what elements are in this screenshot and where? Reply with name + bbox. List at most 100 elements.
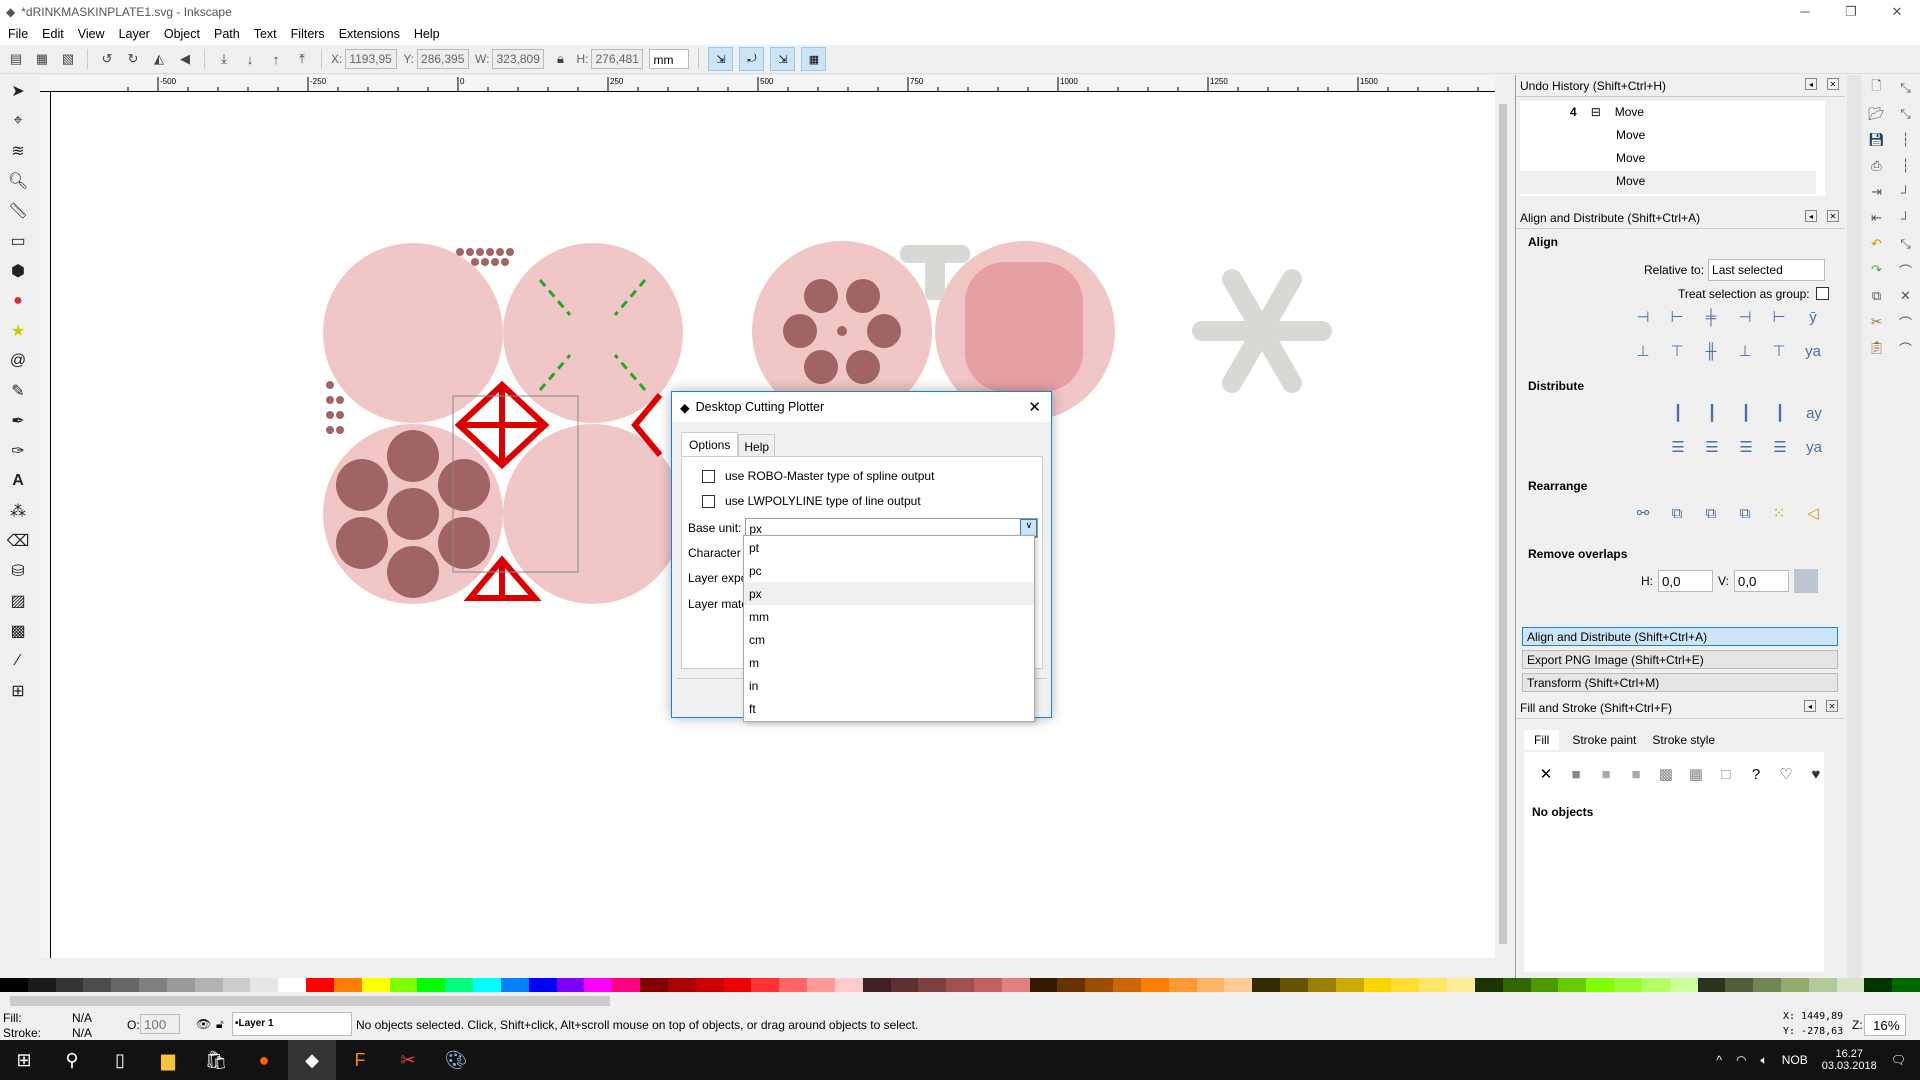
exchange-z-icon[interactable]: ⧉ [1699, 501, 1723, 525]
spray-tool-icon[interactable]: ⁂ [6, 499, 30, 523]
close-icon[interactable]: ✕ [1826, 700, 1838, 712]
select-all-layers-icon[interactable]: ▦ [32, 49, 52, 69]
align-bottom-to-top-icon[interactable]: ⊥ [1631, 339, 1655, 363]
fill-nonzero-icon[interactable]: ♥ [1804, 762, 1828, 786]
color-swatch[interactable] [55, 978, 84, 992]
volume-icon[interactable]: 🔈︎ [1760, 1053, 1767, 1068]
unit-option[interactable]: ft [744, 697, 1034, 720]
wifi-icon[interactable]: ◠ [1736, 1053, 1746, 1067]
linear-gradient-icon[interactable]: ■ [1594, 762, 1618, 786]
color-swatch[interactable] [1335, 978, 1364, 992]
color-swatch[interactable] [1781, 978, 1809, 992]
zoom-tool-icon[interactable]: 🔍︎ [6, 169, 30, 193]
menu-help[interactable]: Help [414, 27, 440, 41]
unit-option[interactable]: m [744, 651, 1034, 674]
color-swatch[interactable] [973, 978, 1002, 992]
flat-color-icon[interactable]: ■ [1564, 762, 1588, 786]
align-baseline-h-icon[interactable]: ya [1801, 339, 1825, 363]
history-item-current[interactable]: Move [1516, 171, 1816, 194]
gradient-tool-icon[interactable]: ▨ [6, 589, 30, 613]
close-button[interactable]: ✕ [1874, 0, 1920, 23]
unset-icon[interactable]: ? [1744, 762, 1768, 786]
export-icon[interactable]: ⇤ [1862, 205, 1891, 231]
eraser-tool-icon[interactable]: ⌫ [6, 529, 30, 553]
file-explorer-icon[interactable]: ▆ [144, 1040, 192, 1080]
color-swatch[interactable] [1697, 978, 1726, 992]
bucket-tool-icon[interactable]: ⛁ [6, 559, 30, 583]
color-swatch[interactable] [83, 978, 112, 992]
menu-layer[interactable]: Layer [119, 27, 150, 41]
distribute-vgaps-icon[interactable]: ☰ [1768, 435, 1792, 459]
color-swatch[interactable] [584, 978, 613, 992]
snap-midpoints-icon[interactable]: ┘ [1891, 179, 1920, 205]
h-input[interactable] [591, 49, 644, 69]
scroll-thumb[interactable] [10, 996, 610, 1006]
color-swatch[interactable] [1057, 978, 1086, 992]
center-vertical-axis-icon[interactable]: ╪ [1699, 305, 1723, 329]
search-icon[interactable]: ⚲ [48, 1040, 96, 1080]
tab-stroke-style[interactable]: Stroke style [1649, 730, 1718, 750]
color-swatch[interactable] [890, 978, 919, 992]
tab-stroke-paint[interactable]: Stroke paint [1569, 730, 1639, 750]
text-tool-icon[interactable]: A [6, 469, 30, 493]
dock-scrollbar[interactable] [1847, 75, 1861, 978]
close-icon[interactable]: ✕ [1827, 210, 1839, 222]
color-swatch[interactable] [1140, 978, 1169, 992]
history-item[interactable]: Move [1616, 128, 1645, 142]
selector-tool-icon[interactable]: ➤ [6, 79, 30, 103]
move-gradients-toggle[interactable]: ⇲ [770, 47, 796, 71]
color-swatch[interactable] [1168, 978, 1197, 992]
menu-filters[interactable]: Filters [291, 27, 325, 41]
menu-path[interactable]: Path [214, 27, 240, 41]
snap-intersections-icon[interactable]: ✕ [1891, 283, 1920, 309]
rotate-exchange-icon[interactable]: ⧉ [1733, 501, 1757, 525]
align-bottom-icon[interactable]: ⊥ [1733, 339, 1757, 363]
color-swatch[interactable] [333, 978, 362, 992]
rotate-ccw-icon[interactable]: ↺ [97, 49, 117, 69]
lock-icon[interactable]: 🔓︎ [216, 1017, 224, 1032]
print-icon[interactable]: ⎙ [1862, 153, 1891, 179]
notifications-icon[interactable]: 🗨︎ [1891, 1053, 1906, 1067]
new-icon[interactable]: 🗋 [1862, 75, 1891, 101]
color-swatch[interactable] [1224, 978, 1253, 992]
unit-option-highlighted[interactable]: px [744, 582, 1034, 605]
3d-box-tool-icon[interactable]: ⬢ [6, 259, 30, 283]
snap-enable-icon[interactable]: ⤡ [1891, 75, 1920, 101]
calligraphy-tool-icon[interactable]: ✑ [6, 439, 30, 463]
color-swatch[interactable] [723, 978, 752, 992]
center-horizontal-axis-icon[interactable]: ╫ [1699, 339, 1723, 363]
color-swatch[interactable] [1085, 978, 1114, 992]
tray-chevron-icon[interactable]: ^ [1716, 1053, 1722, 1067]
close-icon[interactable]: ✕ [1827, 78, 1839, 90]
align-left-icon[interactable]: ⊢ [1665, 305, 1689, 329]
layer-select[interactable]: •Layer 1 [232, 1012, 352, 1036]
mesh-tool-icon[interactable]: ▩ [6, 619, 30, 643]
export-png-collapsed-tab[interactable]: Export PNG Image (Shift+Ctrl+E) [1522, 650, 1838, 669]
dialog-close-button[interactable]: ✕ [1028, 398, 1041, 416]
color-swatch[interactable] [278, 978, 307, 992]
color-swatch[interactable] [445, 978, 474, 992]
deselect-icon[interactable]: ▧ [58, 49, 78, 69]
dropper-tool-icon[interactable]: ⁄ [6, 649, 30, 673]
copy-icon[interactable]: ⧉ [1862, 283, 1891, 309]
color-swatch[interactable] [1363, 978, 1392, 992]
distribute-top-icon[interactable]: ☰ [1666, 435, 1690, 459]
align-top-icon[interactable]: ⊤ [1665, 339, 1689, 363]
mesh-icon[interactable]: ▩ [1654, 762, 1678, 786]
cutting-app-icon[interactable]: ✂ [384, 1040, 432, 1080]
color-swatch[interactable] [1001, 978, 1030, 992]
snap-corners-icon[interactable]: ┆ [1891, 153, 1920, 179]
color-swatch[interactable] [1280, 978, 1308, 992]
color-swatch[interactable] [361, 978, 390, 992]
color-swatch[interactable] [1113, 978, 1141, 992]
align-right-icon[interactable]: ⊣ [1733, 305, 1757, 329]
color-swatch[interactable] [612, 978, 641, 992]
pencil-tool-icon[interactable]: ✎ [6, 379, 30, 403]
lower-icon[interactable]: ↓ [240, 49, 260, 69]
collapse-icon[interactable]: ⊟ [1591, 105, 1601, 119]
color-swatch[interactable] [1614, 978, 1642, 992]
select-all-icon[interactable]: ▤ [6, 49, 26, 69]
h-gap-input[interactable] [1658, 570, 1713, 592]
start-icon[interactable]: ⊞ [0, 1040, 48, 1080]
color-swatch[interactable] [0, 978, 28, 992]
